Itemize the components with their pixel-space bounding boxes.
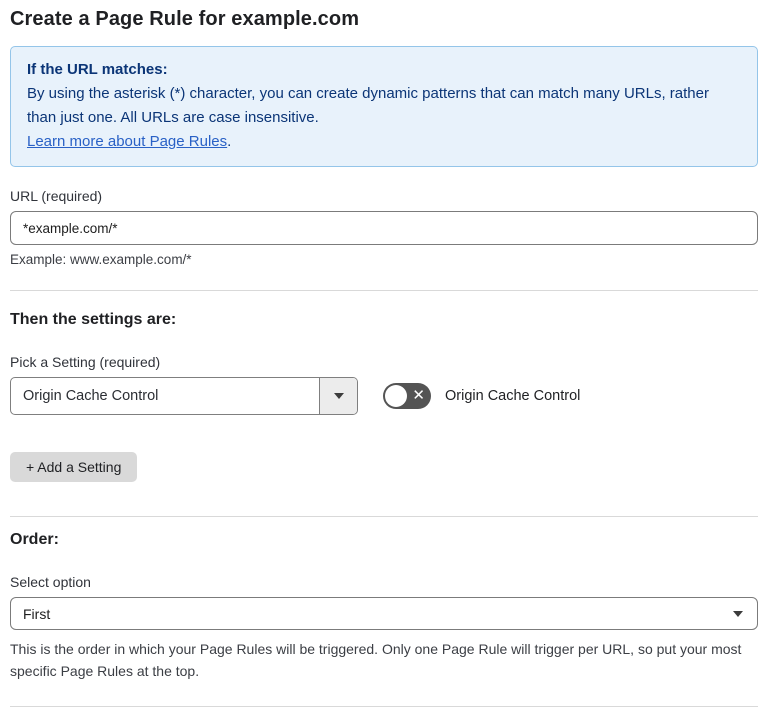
toggle-off-x-icon: ✕	[412, 387, 425, 405]
link-period: .	[227, 133, 232, 150]
info-box-body: By using the asterisk (*) character, you…	[27, 85, 709, 126]
setting-dropdown[interactable]: Origin Cache Control	[10, 377, 358, 415]
info-box-link-line: Learn more about Page Rules.	[27, 130, 741, 154]
url-match-info-box: If the URL matches: By using the asteris…	[10, 46, 758, 167]
create-page-rule-panel: Create a Page Rule for example.com If th…	[0, 0, 770, 710]
order-select-value: First	[23, 605, 51, 622]
setting-dropdown-arrow-button[interactable]	[319, 378, 357, 414]
setting-row: Origin Cache Control ✕ Origin Cache Cont…	[10, 377, 758, 415]
caret-down-icon	[333, 393, 344, 399]
setting-dropdown-value: Origin Cache Control	[23, 388, 159, 404]
page-title: Create a Page Rule for example.com	[10, 8, 360, 30]
order-help-text: This is the order in which your Page Rul…	[10, 641, 742, 679]
url-input[interactable]	[10, 211, 758, 245]
order-select-label: Select option	[10, 574, 91, 590]
order-section-heading: Order:	[10, 531, 59, 548]
add-setting-button[interactable]: + Add a Setting	[10, 452, 138, 482]
info-box-heading: If the URL matches:	[27, 61, 168, 78]
divider	[10, 290, 758, 291]
caret-down-icon	[733, 610, 743, 617]
pick-setting-label: Pick a Setting (required)	[10, 354, 161, 370]
url-example-text: Example: www.example.com/*	[10, 252, 192, 267]
toggle-label: Origin Cache Control	[445, 388, 581, 404]
divider	[10, 516, 758, 517]
settings-section-heading: Then the settings are:	[10, 311, 177, 328]
divider	[10, 706, 758, 707]
toggle-knob	[385, 385, 407, 407]
origin-cache-control-toggle[interactable]: ✕	[383, 383, 431, 409]
order-select[interactable]: First	[10, 597, 758, 630]
learn-more-link[interactable]: Learn more about Page Rules	[27, 133, 227, 150]
url-field-label: URL (required)	[10, 188, 103, 204]
